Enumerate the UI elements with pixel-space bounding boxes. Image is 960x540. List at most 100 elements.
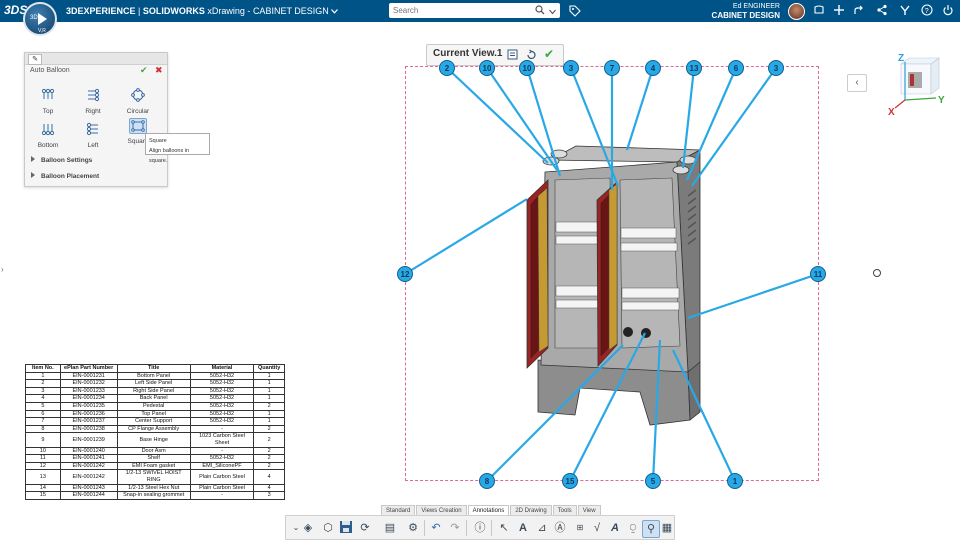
datum-icon[interactable]: Ⓐ	[552, 520, 568, 536]
balloon-number: 3	[774, 64, 779, 73]
undo-icon[interactable]: ↶	[428, 520, 444, 536]
separator	[491, 520, 492, 536]
table-cell: EIN-0001240	[59, 446, 118, 456]
balloon-leader	[687, 272, 819, 320]
surface-finish-icon[interactable]: √	[589, 520, 605, 536]
balloon[interactable]: 12	[397, 266, 413, 282]
bill-of-materials-table[interactable]: Item No. ePlan Part Number Title Materia…	[25, 364, 285, 500]
expand-side-panel-icon[interactable]: ›	[1, 265, 4, 274]
table-cell: 5052-H32	[189, 417, 255, 426]
table-row[interactable]: 4 EIN-0001234 Back Panel 5052-H32 1	[25, 394, 285, 403]
balloon-number: 15	[566, 477, 575, 486]
table-cell: 9	[25, 432, 61, 448]
table-cell: 2	[253, 446, 285, 456]
table-row[interactable]: 5 EIN-0001235 Pedestal 5052-H32 2	[25, 401, 285, 411]
table-row[interactable]: 12 EIN-0001242 EMI Foam gasket EMI_Silicone…	[25, 461, 285, 471]
refresh-icon[interactable]: ⟳	[357, 520, 373, 536]
balloon-number: 10	[523, 64, 532, 73]
balloon-leader	[691, 67, 777, 187]
open-3d-icon[interactable]: ◈	[300, 520, 316, 536]
tab-view[interactable]: View	[577, 505, 601, 515]
balloon-number: 8	[485, 477, 490, 486]
balloon[interactable]: 10	[519, 60, 535, 76]
auto-balloon-icon[interactable]: ⚲	[642, 520, 660, 538]
balloon-icon[interactable]: ⍜	[625, 520, 641, 536]
table-row[interactable]: 9 EIN-0001239 Base Hinge 1023 Carbon Steel …	[25, 432, 285, 448]
table-cell: 13	[25, 469, 61, 485]
table-row[interactable]: 6 EIN-0001236 Top Panel 5052-H32 1	[25, 409, 285, 419]
action-bar-tabs: Standard Views Creation Annotations 2D D…	[381, 505, 602, 515]
table-row[interactable]: 2 EIN-0001232 Left Side Panel 5052-H32 1	[25, 379, 285, 388]
y-axis-label: Y	[938, 95, 945, 106]
table-cell: EIN-0001244	[59, 491, 118, 500]
balloon[interactable]: 5	[645, 473, 661, 489]
table-row[interactable]: 3 EIN-0001233 Right Side Panel 5052-H32 1	[25, 386, 285, 396]
robot-circle-icon[interactable]	[873, 269, 881, 277]
table-row[interactable]: 11 EIN-0001241 Shelf 5052-H32 2	[25, 454, 285, 463]
table-cell: EIN-0001231	[59, 371, 118, 381]
collapse-left-button[interactable]: ‹	[847, 74, 867, 92]
compass-widget[interactable]: 3D V,R	[23, 2, 57, 36]
balloon-number: 6	[734, 64, 739, 73]
balloon[interactable]: 13	[686, 60, 702, 76]
table-cell: 2	[25, 379, 61, 388]
col-item-no: Item No.	[25, 364, 61, 373]
print-icon[interactable]: ▤	[382, 520, 398, 536]
balloon-number: 13	[690, 64, 699, 73]
tab-2d-drawing[interactable]: 2D Drawing	[510, 505, 552, 515]
table-icon[interactable]: ▦	[659, 520, 675, 536]
balloon[interactable]: 4	[645, 60, 661, 76]
balloon[interactable]: 8	[479, 473, 495, 489]
table-cell: 1	[253, 379, 285, 388]
table-row[interactable]: 15 EIN-0001244 Snap-in sealing grommet -3	[25, 491, 285, 500]
tab-views-creation[interactable]: Views Creation	[416, 505, 467, 515]
table-row[interactable]: 7 EIN-0001237 Center Support 5052-H32 1	[25, 417, 285, 426]
separator	[424, 520, 425, 536]
table-row[interactable]: 14 EIN-0001243 1/2-13 Steel Hex Nut Plain C…	[25, 483, 285, 493]
balloon[interactable]: 11	[810, 266, 826, 282]
text-style-icon[interactable]: A	[607, 520, 623, 536]
tab-standard[interactable]: Standard	[381, 505, 416, 515]
component-icon[interactable]: ⬡	[320, 520, 336, 536]
table-cell: EIN-0001242	[59, 469, 118, 485]
col-quantity: Quantity	[253, 364, 285, 373]
table-cell: 4	[253, 483, 285, 493]
table-row[interactable]: 10 EIN-0001240 Door Asm -2	[25, 446, 285, 456]
cabinet-model[interactable]	[526, 145, 702, 426]
balloon[interactable]: 3	[768, 60, 784, 76]
gtol-icon[interactable]: ⊞	[572, 520, 588, 536]
balloon[interactable]: 7	[604, 60, 620, 76]
col-material: Material	[189, 364, 255, 373]
table-cell: 8	[25, 424, 61, 434]
table-cell: 4	[253, 469, 285, 485]
note-icon[interactable]: ⊿	[534, 520, 550, 536]
balloon[interactable]: 15	[562, 473, 578, 489]
table-row[interactable]: 8 EIN-0001238 CP Flange Assembly -2	[25, 424, 285, 434]
table-header-row: Item No. ePlan Part Number Title Materia…	[25, 364, 285, 373]
table-cell: Plain Carbon Steel	[189, 469, 255, 485]
balloon[interactable]: 2	[439, 60, 455, 76]
tab-annotations[interactable]: Annotations	[467, 505, 510, 515]
balloon[interactable]: 6	[728, 60, 744, 76]
table-cell: 5052-H32	[189, 379, 255, 388]
table-cell: 3	[253, 491, 285, 500]
tab-tools[interactable]: Tools	[552, 505, 577, 515]
save-icon[interactable]	[338, 520, 354, 536]
balloon[interactable]: 3	[563, 60, 579, 76]
balloon[interactable]: 1	[727, 473, 743, 489]
table-cell: Bottom Panel	[116, 371, 191, 381]
text-icon[interactable]: A	[515, 520, 531, 536]
help-icon[interactable]: ⓘ	[472, 520, 488, 536]
gear-icon[interactable]: ⚙	[405, 520, 421, 536]
table-row[interactable]: 13 EIN-0001242 1/2-13 SWIVEL HOIST RING Pla…	[25, 469, 285, 485]
view-cube[interactable]: Z Y X	[887, 52, 947, 117]
table-row[interactable]: 1 EIN-0001231 Bottom Panel 5052-H32 1	[25, 371, 285, 381]
table-cell: CP Flange Assembly	[116, 424, 191, 434]
table-cell: 2	[253, 401, 285, 411]
table-cell: 1	[253, 386, 285, 396]
leader-icon[interactable]: ↖	[496, 520, 512, 536]
separator	[466, 520, 467, 536]
redo-icon[interactable]: ↷	[447, 520, 463, 536]
balloon[interactable]: 10	[479, 60, 495, 76]
balloon-leader	[486, 67, 558, 171]
